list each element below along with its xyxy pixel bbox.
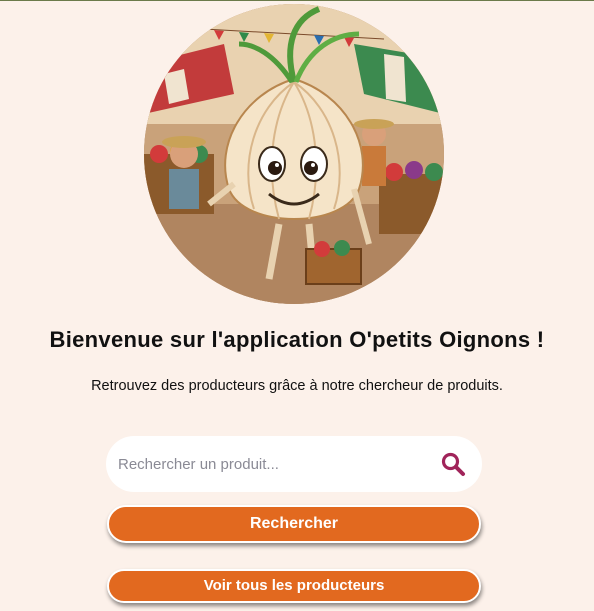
- search-bar: [106, 436, 482, 492]
- view-all-producers-button[interactable]: Voir tous les producteurs: [107, 569, 481, 603]
- search-input[interactable]: [118, 455, 440, 473]
- page-title: Bienvenue sur l'application O'petits Oig…: [49, 327, 545, 352]
- onion-mascot-illustration: [144, 4, 444, 304]
- page-subtitle: Retrouvez des producteurs grâce à notre …: [91, 378, 503, 394]
- search-icon[interactable]: [440, 451, 466, 477]
- search-button[interactable]: Rechercher: [107, 505, 481, 543]
- hero-image: [144, 4, 444, 304]
